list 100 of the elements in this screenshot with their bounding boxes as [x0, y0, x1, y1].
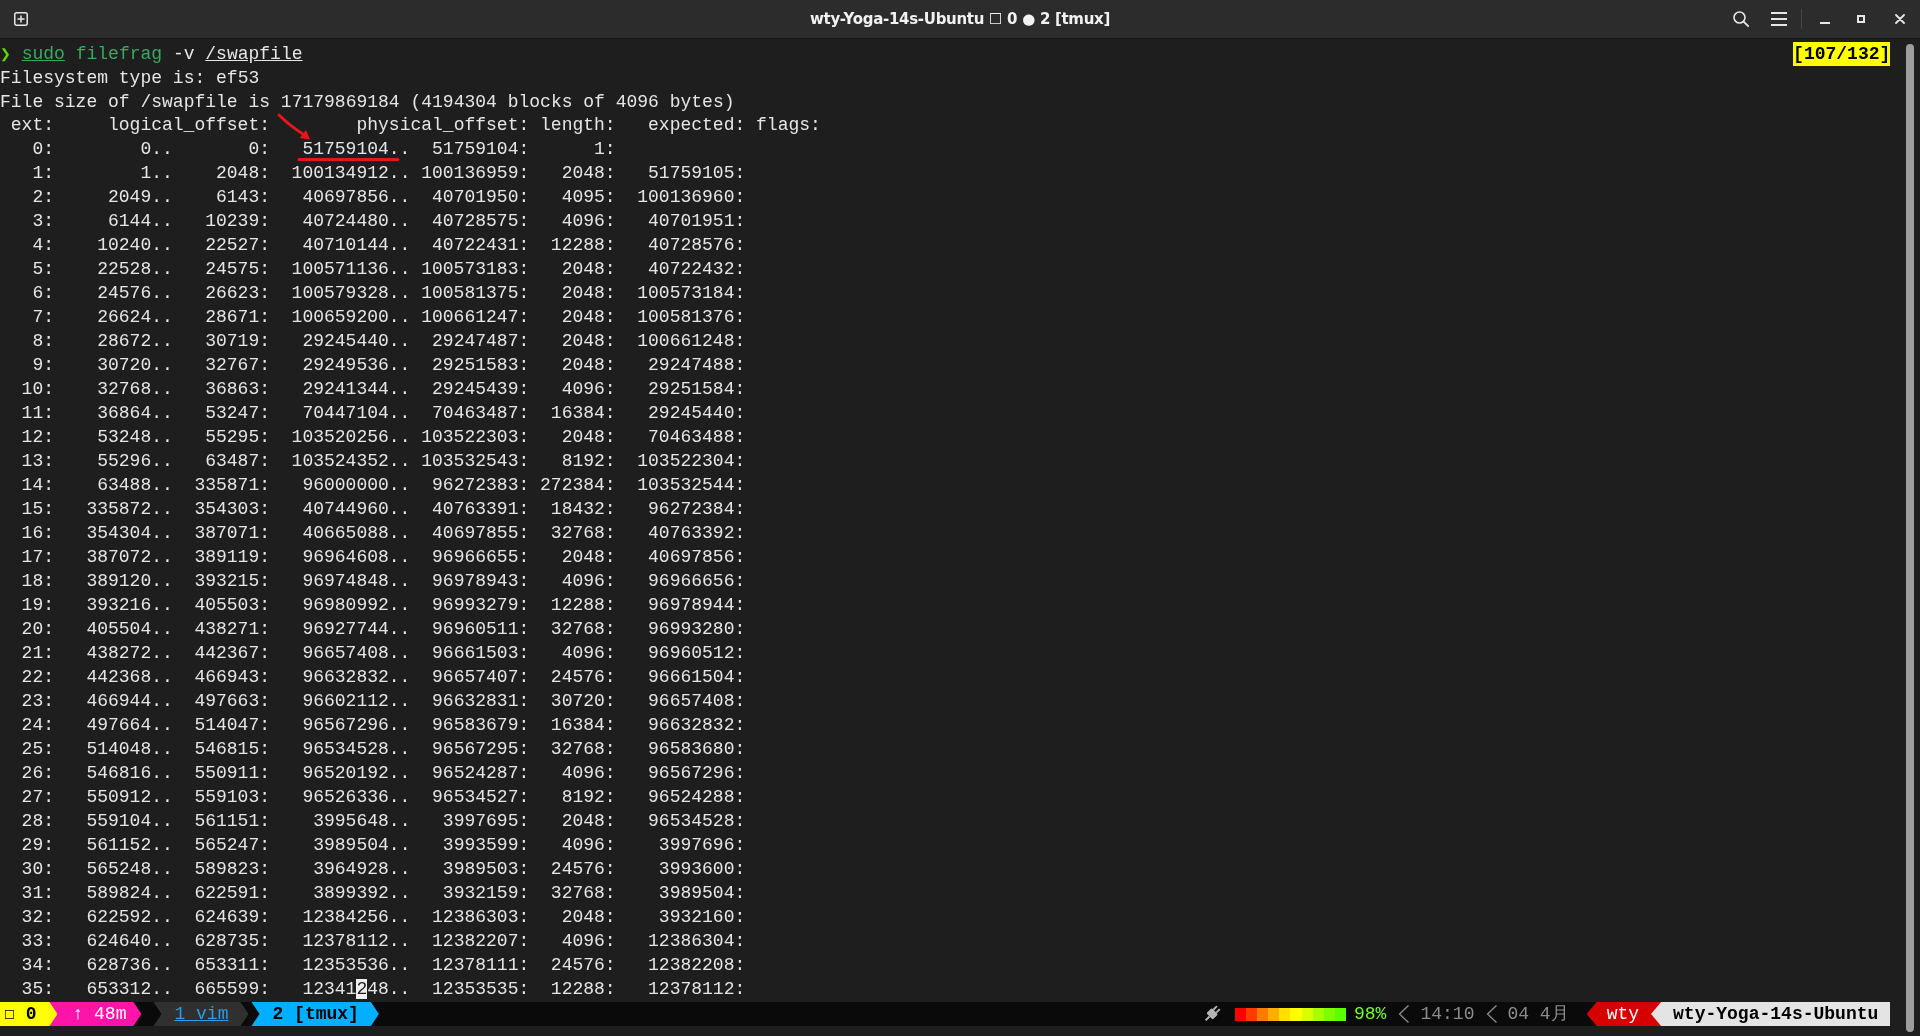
table-cell: 51759104..: [302, 140, 411, 158]
table-cell: 29241344..: [302, 380, 411, 398]
table-cell: 29251584:: [648, 380, 746, 398]
table-cell: 3997695:: [442, 812, 530, 830]
table-cell: 40697856..: [302, 188, 411, 206]
table-cell: 653311:: [194, 956, 270, 974]
table-cell: 12378112..: [302, 932, 411, 950]
table-cell: 28672..: [97, 332, 173, 350]
table-cell: 10:: [21, 380, 54, 398]
table-cell: 96960512:: [648, 644, 746, 662]
table-cell: 4096:: [561, 380, 616, 398]
table-cell: 12353535:: [432, 980, 530, 998]
table-cell: 7:: [32, 308, 54, 326]
table-cell: 2049..: [108, 188, 173, 206]
uptime-indicator: ↑ 48m: [49, 1002, 142, 1026]
table-cell: 96534528..: [302, 740, 411, 758]
clock-time: 14:10: [1420, 1003, 1475, 1026]
table-cell: 30:: [21, 860, 54, 878]
table-cell: 103520256..: [291, 428, 411, 446]
table-cell: 1..: [140, 164, 173, 182]
column-header: expected:: [648, 116, 746, 134]
menu-icon[interactable]: [1771, 12, 1787, 26]
table-cell: 100581375:: [421, 284, 530, 302]
copy-mode-position: [107/132]: [1793, 42, 1891, 66]
table-cell: 70463487:: [432, 404, 530, 422]
table-cell: 2048:: [561, 428, 616, 446]
table-cell: 18432:: [550, 500, 616, 518]
table-cell: 24576..: [97, 284, 173, 302]
table-cell: 55296..: [97, 452, 173, 470]
table-cell: 12384256..: [302, 908, 411, 926]
table-cell: 40763391:: [432, 500, 530, 518]
table-cell: 96927744..: [302, 620, 411, 638]
table-cell: 628736..: [86, 956, 173, 974]
table-cell: 3997696:: [658, 836, 746, 854]
close-icon[interactable]: [1895, 14, 1905, 24]
table-cell: 25:: [21, 740, 54, 758]
table-cell: 96272383:: [432, 476, 530, 494]
table-cell: 40744960..: [302, 500, 411, 518]
table-cell: 6:: [32, 284, 54, 302]
table-cell: 4096:: [561, 572, 616, 590]
table-cell: 2:: [32, 188, 54, 206]
table-cell: 13:: [21, 452, 54, 470]
column-header: physical_offset:: [356, 116, 530, 134]
table-cell: 497664..: [86, 716, 173, 734]
prompt-symbol: ❯: [0, 42, 11, 66]
column-header: logical_offset:: [108, 116, 270, 134]
table-cell: 96534528:: [648, 812, 746, 830]
command-name: filefrag: [75, 43, 163, 66]
table-cell: 51759105:: [648, 164, 746, 182]
table-cell: 2048:: [561, 164, 616, 182]
table-cell: 96000000..: [302, 476, 411, 494]
table-cell: 40701950:: [432, 188, 530, 206]
minimize-icon[interactable]: [1820, 21, 1830, 24]
hostname: wty-Yoga-14s-Ubuntu: [1651, 1002, 1891, 1026]
maximize-icon[interactable]: [1857, 15, 1865, 23]
window-tab[interactable]: 1 vim: [153, 1002, 249, 1026]
table-cell: 3899392..: [313, 884, 411, 902]
table-cell: 53248..: [97, 428, 173, 446]
table-cell: 8192:: [561, 788, 616, 806]
plus-square-icon[interactable]: [14, 12, 28, 26]
column-header: ext:: [10, 116, 54, 134]
table-cell: 96632832..: [302, 668, 411, 686]
table-cell: 96980992..: [302, 596, 411, 614]
table-cell: 53247:: [205, 404, 270, 422]
table-cell: 29245439:: [432, 380, 530, 398]
table-cell: 2048:: [561, 308, 616, 326]
table-cell: 10239:: [205, 212, 270, 230]
table-cell: 23:: [21, 692, 54, 710]
table-cell: 70447104..: [302, 404, 411, 422]
table-cell: 3989504:: [658, 884, 746, 902]
table-cell: 11:: [21, 404, 54, 422]
table-cell: 96534527:: [432, 788, 530, 806]
table-cell: 393216..: [86, 596, 173, 614]
table-cell: 96583679:: [432, 716, 530, 734]
table-cell: 12382207:: [432, 932, 530, 950]
window-tab[interactable]: 2 [tmux]: [251, 1002, 379, 1026]
table-cell: 55295:: [205, 428, 270, 446]
table-cell: 96978943:: [432, 572, 530, 590]
table-cell: 16384:: [550, 716, 616, 734]
scrollbar[interactable]: [1906, 44, 1915, 1032]
table-cell: 354304..: [86, 524, 173, 542]
table-cell: 12288:: [550, 980, 616, 998]
table-cell: 5:: [32, 260, 54, 278]
table-cell: 2048:: [561, 356, 616, 374]
table-cell: 589824..: [86, 884, 173, 902]
table-cell: 24576:: [550, 860, 616, 878]
table-cell: 466943:: [194, 668, 270, 686]
table-cell: 589823:: [194, 860, 270, 878]
search-icon[interactable]: [1733, 11, 1749, 27]
table-cell: 335872..: [86, 500, 173, 518]
table-cell: 22528..: [97, 260, 173, 278]
table-cell: 442368..: [86, 668, 173, 686]
command-argument: /swapfile: [205, 43, 303, 66]
table-cell: 96602112..: [302, 692, 411, 710]
battery-percentage: 98%: [1354, 1003, 1387, 1026]
table-cell: 2048:: [561, 284, 616, 302]
table-cell: 624639:: [194, 908, 270, 926]
table-cell: 100571136..: [291, 260, 411, 278]
table-cell: 0:: [32, 140, 54, 158]
table-cell: 100134912..: [291, 164, 411, 182]
